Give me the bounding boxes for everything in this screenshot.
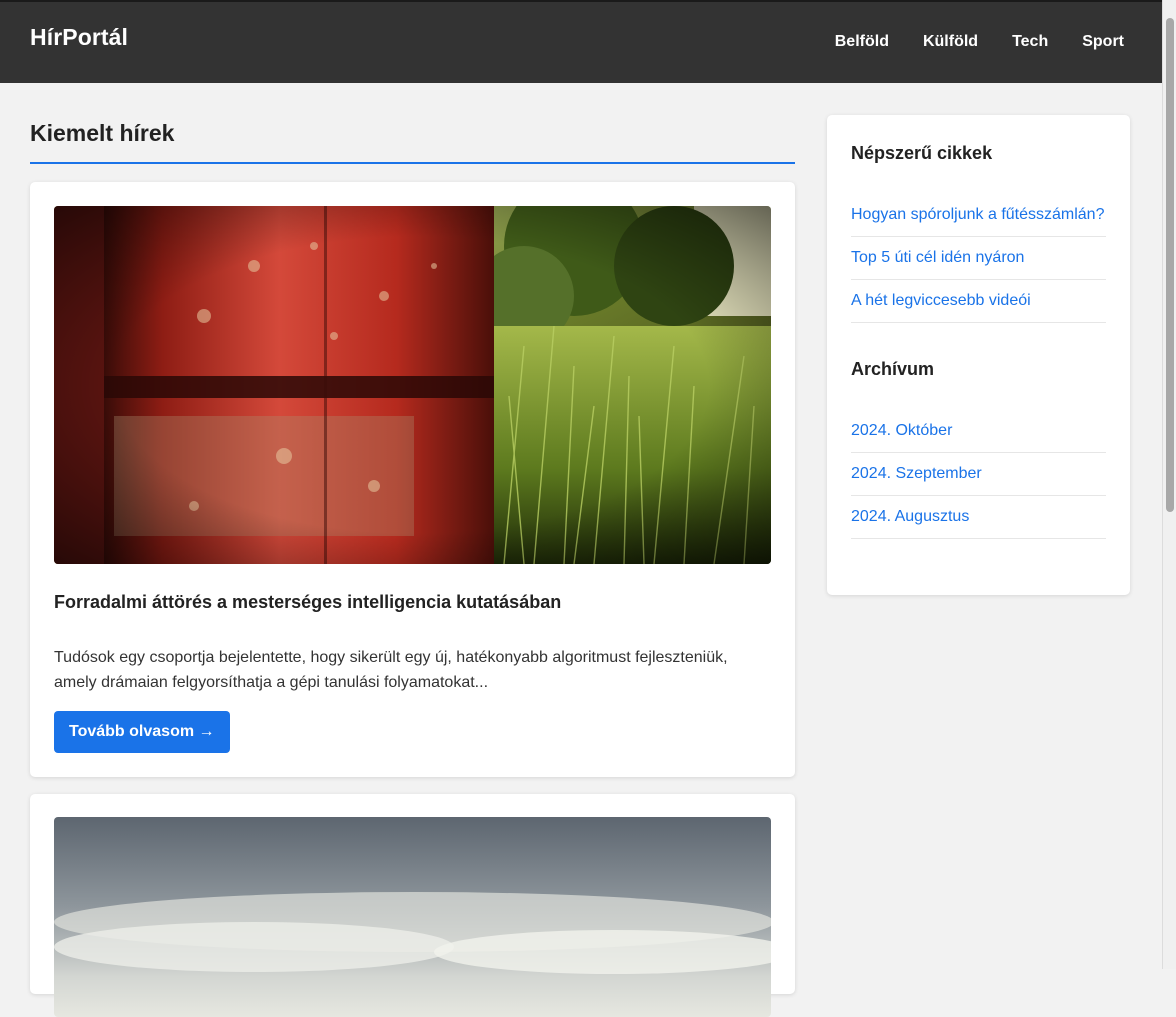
scrollbar-thumb[interactable] xyxy=(1166,18,1174,512)
popular-link[interactable]: Hogyan spóroljunk a fűtésszámlán? xyxy=(851,206,1104,224)
article-card: Forradalmi áttörés a mesterséges intelli… xyxy=(30,182,795,777)
nav-link-sport[interactable]: Sport xyxy=(1082,33,1124,51)
sidebar: Népszerű cikkek Hogyan spóroljunk a fűté… xyxy=(827,115,1130,595)
section-title: Kiemelt hírek xyxy=(30,120,175,146)
archive-heading: Archívum xyxy=(851,359,935,379)
nav-link-kulfold[interactable]: Külföld xyxy=(923,33,978,51)
page-scrollbar[interactable] xyxy=(1162,0,1176,969)
section-title-underline xyxy=(30,162,795,164)
popular-articles-list: Hogyan spóroljunk a fűtésszámlán? Top 5 … xyxy=(851,194,1106,323)
archive-link[interactable]: 2024. Október xyxy=(851,422,952,440)
site-header: HírPortál Belföld Külföld Tech Sport xyxy=(0,2,1162,83)
nav-link-tech[interactable]: Tech xyxy=(1012,33,1048,51)
list-item: 2024. Szeptember xyxy=(851,453,1106,496)
list-item: 2024. Október xyxy=(851,410,1106,453)
list-item: 2024. Augusztus xyxy=(851,496,1106,539)
article-excerpt: Tudósok egy csoportja bejelentette, hogy… xyxy=(54,649,728,691)
list-item: Hogyan spóroljunk a fűtésszámlán? xyxy=(851,194,1106,237)
article-card xyxy=(30,794,795,1017)
site-logo[interactable]: HírPortál xyxy=(30,24,128,51)
article-title[interactable]: Forradalmi áttörés a mesterséges intelli… xyxy=(54,592,561,613)
nav-link-belfold[interactable]: Belföld xyxy=(835,33,889,51)
archive-link[interactable]: 2024. Szeptember xyxy=(851,465,982,483)
read-more-button[interactable]: Tovább olvasom → xyxy=(54,711,230,753)
article-image-rusty-barrel[interactable] xyxy=(54,206,771,564)
main-nav: Belföld Külföld Tech Sport xyxy=(835,33,1124,51)
article-image-cloudy-sky[interactable] xyxy=(54,817,771,1017)
list-item: A hét legviccesebb videói xyxy=(851,280,1106,323)
popular-link[interactable]: A hét legviccesebb videói xyxy=(851,292,1031,310)
archive-list: 2024. Október 2024. Szeptember 2024. Aug… xyxy=(851,410,1106,539)
archive-link[interactable]: 2024. Augusztus xyxy=(851,508,969,526)
popular-articles-heading: Népszerű cikkek xyxy=(851,143,993,163)
popular-link[interactable]: Top 5 úti cél idén nyáron xyxy=(851,249,1024,267)
list-item: Top 5 úti cél idén nyáron xyxy=(851,237,1106,280)
